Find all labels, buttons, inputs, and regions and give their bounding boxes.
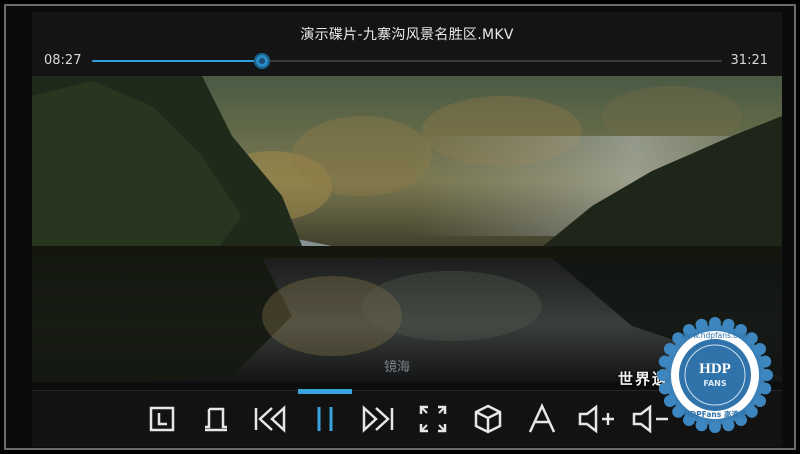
previous-icon	[254, 405, 286, 433]
subtitle-font-button[interactable]	[522, 399, 562, 439]
watermark-bottom-text: HDPFans 高清范	[684, 409, 747, 419]
3d-mode-icon	[474, 404, 502, 434]
bookmark-button[interactable]	[196, 399, 236, 439]
watermark-sub-text: FANS	[703, 379, 726, 388]
volume-up-button[interactable]	[576, 399, 616, 439]
pause-button[interactable]	[305, 399, 345, 439]
seek-thumb[interactable]	[254, 53, 271, 69]
subtitle-font-icon	[528, 403, 556, 433]
bookmark-icon	[205, 407, 227, 432]
seek-bar-progress	[92, 60, 263, 62]
next-icon	[362, 405, 394, 433]
seek-bar[interactable]	[92, 53, 722, 69]
watermark-logo-text: HDP	[699, 361, 731, 377]
chapter-button[interactable]	[142, 399, 182, 439]
next-button[interactable]	[358, 399, 398, 439]
hdpfans-watermark-logo: HDP FANS www.hdpfans.com HDPFans 高清范	[656, 316, 774, 434]
top-bar: 演示碟片-九寨沟风景名胜区.MKV 08:27 31:21	[32, 12, 782, 76]
chapter-icon	[149, 406, 175, 432]
active-control-indicator	[298, 389, 352, 394]
pause-icon	[317, 407, 333, 431]
video-subtitle: 镜海	[384, 360, 411, 375]
watermark-badge-icon: HDP FANS www.hdpfans.com HDPFans 高清范	[657, 317, 773, 433]
total-time: 31:21	[730, 53, 768, 68]
current-time: 08:27	[44, 53, 82, 68]
fullscreen-button[interactable]	[413, 399, 453, 439]
3d-mode-button[interactable]	[468, 399, 508, 439]
volume-up-icon	[578, 404, 614, 434]
previous-button[interactable]	[250, 399, 290, 439]
fullscreen-icon	[419, 405, 447, 433]
video-title: 演示碟片-九寨沟风景名胜区.MKV	[300, 27, 514, 43]
watermark-url-text: www.hdpfans.com	[681, 331, 750, 340]
